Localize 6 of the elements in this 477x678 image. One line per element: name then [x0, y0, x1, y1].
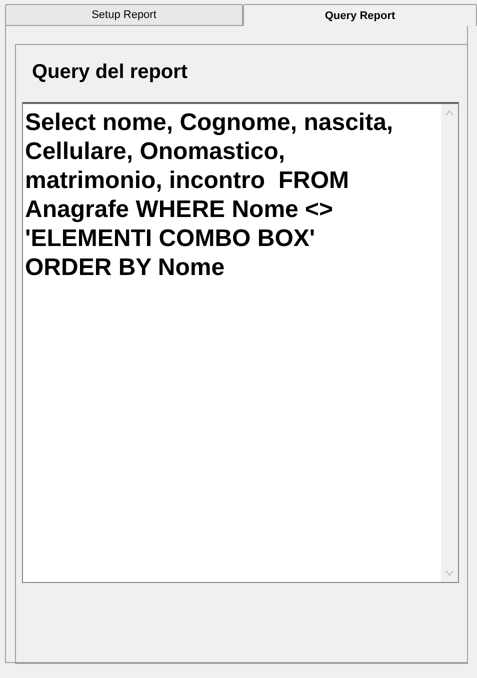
scroll-up-icon[interactable]	[445, 110, 454, 116]
scrollbar[interactable]	[441, 104, 458, 582]
section-title: Query del report	[32, 61, 189, 85]
tab[interactable]: Setup Report	[5, 4, 243, 26]
tab[interactable]: Query Report	[243, 4, 477, 26]
scroll-down-icon[interactable]	[445, 570, 454, 576]
